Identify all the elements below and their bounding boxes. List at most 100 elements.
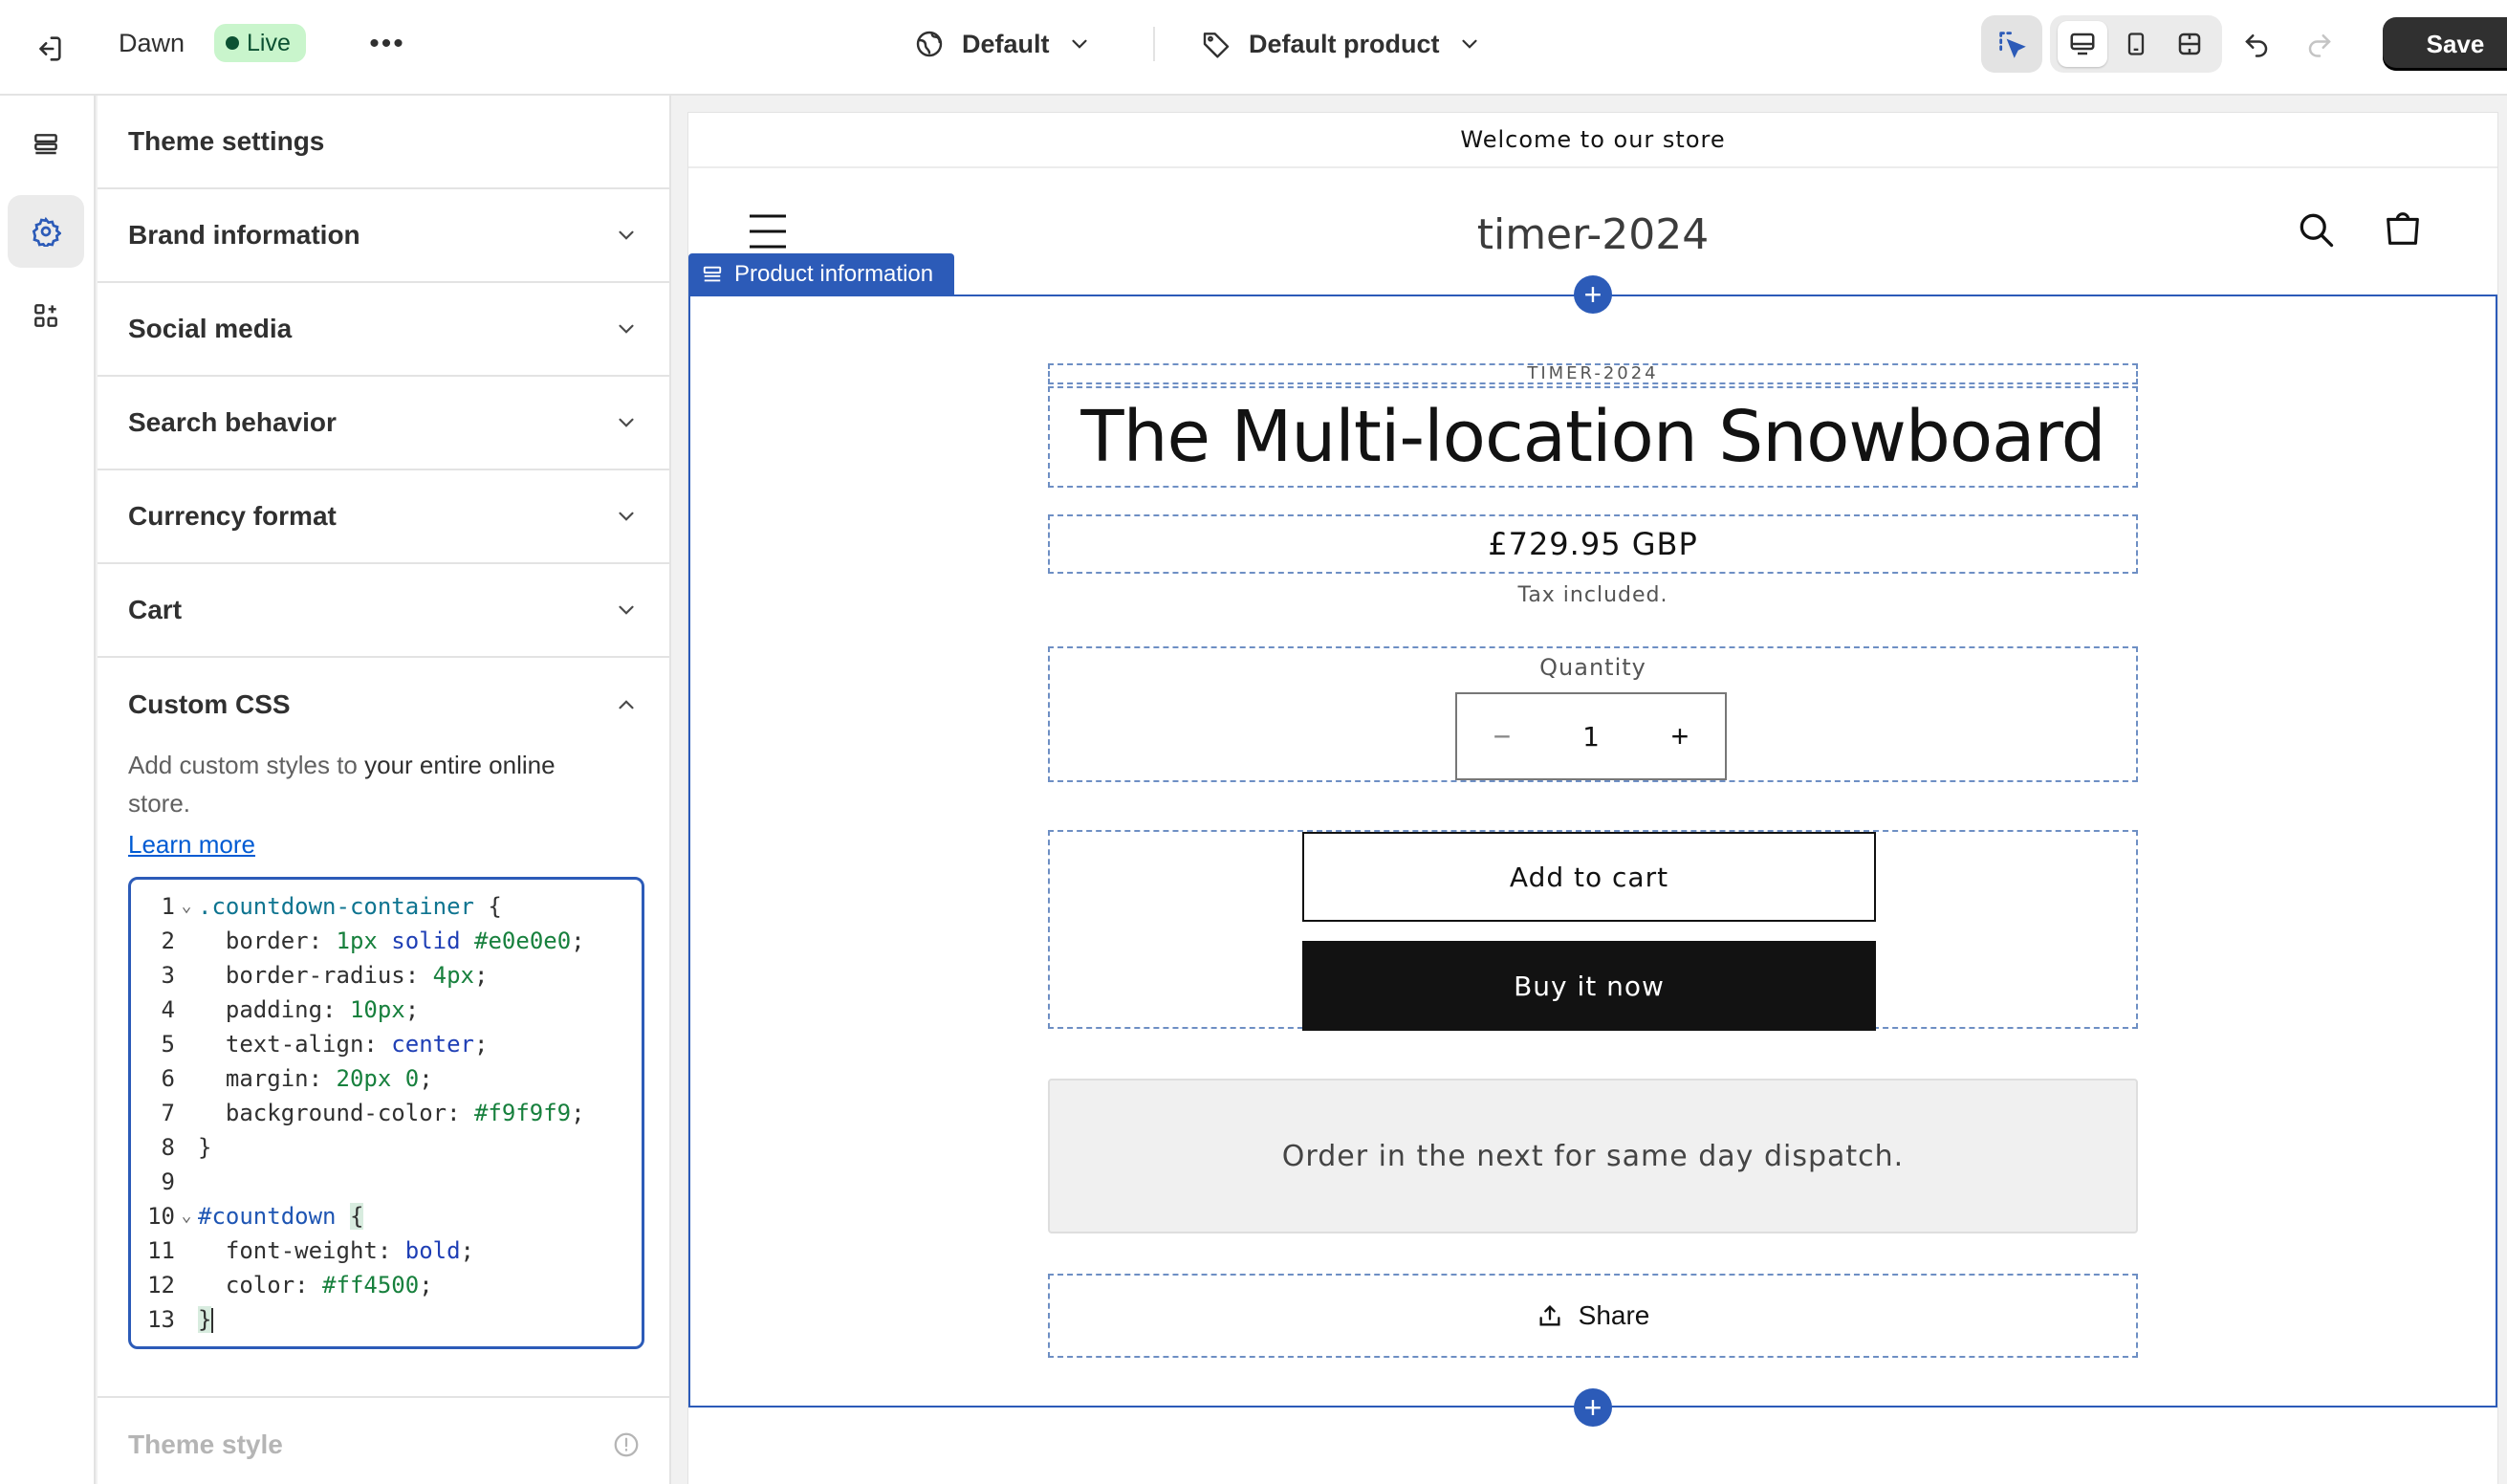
- redo-icon: [2308, 34, 2331, 57]
- accordion-label: Cart: [128, 595, 183, 624]
- share-button[interactable]: Share: [1048, 1274, 2138, 1358]
- editor-sidebar-rail: [0, 96, 96, 1484]
- code-line: 7 background-color: #f9f9f9;: [131, 1096, 642, 1130]
- buy-it-now-button[interactable]: Buy it now: [1302, 941, 1876, 1031]
- chevron-down-icon: [619, 605, 634, 615]
- code-text: border-radius: 4px;: [198, 962, 489, 989]
- tag-icon: [1203, 33, 1230, 58]
- line-number: 12: [147, 1272, 175, 1298]
- line-number: 10: [147, 1203, 175, 1230]
- storefront-preview: Welcome to our store timer-2024 Product …: [688, 113, 2497, 1484]
- section-tag[interactable]: Product information: [688, 253, 955, 295]
- apps-icon: [34, 304, 57, 327]
- tax-note: Tax included.: [1517, 583, 1668, 607]
- accordion-cart[interactable]: Cart: [98, 564, 669, 658]
- product-title: The Multi-location Snowboard: [1080, 396, 2105, 478]
- css-code-editor[interactable]: 1 ⌄ .countdown-container { 2 border: 1px s…: [128, 877, 644, 1349]
- quantity-block[interactable]: Quantity − 1 +: [1048, 646, 2138, 782]
- learn-more-link[interactable]: Learn more: [128, 830, 255, 860]
- code-line: 5 text-align: center;: [131, 1027, 642, 1061]
- product-vendor: TIMER-2024: [1527, 363, 1659, 383]
- panel-title: Theme settings: [98, 96, 669, 189]
- apps-nav-button[interactable]: [8, 279, 84, 352]
- code-line: 6 margin: 20px 0;: [131, 1061, 642, 1096]
- decrease-quantity-button[interactable]: −: [1457, 694, 1547, 778]
- redo-button[interactable]: [2297, 21, 2343, 67]
- cart-icon[interactable]: [2381, 207, 2425, 255]
- accordion-label: Search behavior: [128, 407, 337, 437]
- fold-chevron-icon[interactable]: ⌄: [175, 1199, 198, 1233]
- save-button[interactable]: Save: [2383, 17, 2507, 71]
- code-text: }: [198, 1306, 214, 1333]
- line-number: 13: [147, 1306, 175, 1333]
- undo-icon: [2245, 34, 2268, 57]
- line-number: 3: [161, 962, 175, 989]
- template-selector[interactable]: Default: [914, 21, 1092, 67]
- add-to-cart-button[interactable]: Add to cart: [1302, 832, 1876, 922]
- device-preview-group: [2050, 15, 2222, 73]
- accordion-social-media[interactable]: Social media: [98, 283, 669, 377]
- section-tag-label: Product information: [734, 261, 934, 287]
- line-number: 5: [161, 1031, 175, 1058]
- code-line: 1 ⌄ .countdown-container {: [131, 889, 642, 924]
- desc-text: Add custom styles to: [128, 751, 365, 779]
- product-price-block[interactable]: £729.95 GBP: [1048, 514, 2138, 574]
- accordion-brand-information[interactable]: Brand information: [98, 189, 669, 283]
- search-icon[interactable]: [2295, 208, 2337, 255]
- store-name[interactable]: timer-2024: [688, 210, 2497, 259]
- code-text: color: #ff4500;: [198, 1272, 433, 1298]
- accordion-theme-style[interactable]: Theme style: [98, 1396, 669, 1484]
- live-badge: Live: [214, 24, 306, 62]
- info-icon: [614, 1432, 639, 1457]
- section-icon: [703, 266, 722, 282]
- accordion-custom-css: Custom CSS Add custom styles to your ent…: [98, 658, 669, 1349]
- mobile-preview-button[interactable]: [2111, 21, 2161, 67]
- undo-button[interactable]: [2234, 21, 2279, 67]
- desktop-preview-button[interactable]: [2058, 21, 2107, 67]
- inspector-toggle-button[interactable]: [1981, 15, 2042, 73]
- product-label: Default product: [1249, 29, 1440, 58]
- product-title-block[interactable]: The Multi-location Snowboard: [1048, 386, 2138, 488]
- line-number: 4: [161, 996, 175, 1023]
- product-selector[interactable]: Default product: [1201, 21, 1482, 67]
- theme-name: Dawn: [119, 29, 185, 57]
- quantity-value[interactable]: 1: [1582, 721, 1600, 753]
- code-line: 3 border-radius: 4px;: [131, 958, 642, 993]
- share-icon: [1539, 1305, 1560, 1326]
- theme-settings-nav-button[interactable]: [8, 195, 84, 268]
- accordion-search-behavior[interactable]: Search behavior: [98, 377, 669, 470]
- fullscreen-preview-button[interactable]: [2165, 21, 2214, 67]
- quantity-stepper[interactable]: − 1 +: [1455, 692, 1727, 780]
- code-text: .countdown-container {: [198, 893, 502, 920]
- gear-icon: [32, 216, 61, 247]
- add-section-below-button[interactable]: +: [1574, 1388, 1612, 1427]
- accordion-currency-format[interactable]: Currency format: [98, 470, 669, 564]
- code-text: border: 1px solid #e0e0e0;: [198, 928, 585, 954]
- toolbar-divider: [1153, 27, 1155, 61]
- accordion-label: Theme style: [128, 1429, 283, 1459]
- desc-emphasis: your entire online: [364, 751, 556, 779]
- sections-nav-button[interactable]: [8, 109, 84, 182]
- line-number: 6: [161, 1065, 175, 1092]
- product-price: £729.95 GBP: [1488, 526, 1698, 562]
- accordion-label: Custom CSS: [128, 689, 291, 719]
- code-line: 8}: [131, 1130, 642, 1165]
- accordion-custom-css-header[interactable]: Custom CSS: [128, 658, 639, 752]
- add-section-above-button[interactable]: +: [1574, 275, 1612, 314]
- accordion-label: Social media: [128, 314, 293, 343]
- mobile-icon: [2127, 33, 2145, 55]
- expand-icon: [2178, 33, 2201, 55]
- chevron-down-icon: [619, 324, 634, 334]
- more-actions-button[interactable]: •••: [363, 25, 411, 63]
- code-text: margin: 20px 0;: [198, 1065, 433, 1092]
- fold-chevron-icon[interactable]: ⌄: [175, 889, 198, 924]
- buy-buttons-block[interactable]: Add to cart Buy it now: [1048, 830, 2138, 1031]
- live-badge-label: Live: [247, 29, 291, 56]
- code-text: #countdown {: [198, 1203, 364, 1230]
- exit-icon[interactable]: [25, 25, 73, 73]
- increase-quantity-button[interactable]: +: [1635, 694, 1725, 778]
- code-line: 2 border: 1px solid #e0e0e0;: [131, 924, 642, 958]
- chevron-down-icon: [619, 512, 634, 521]
- globe-icon: [916, 31, 943, 57]
- accordion-label: Brand information: [128, 220, 360, 250]
